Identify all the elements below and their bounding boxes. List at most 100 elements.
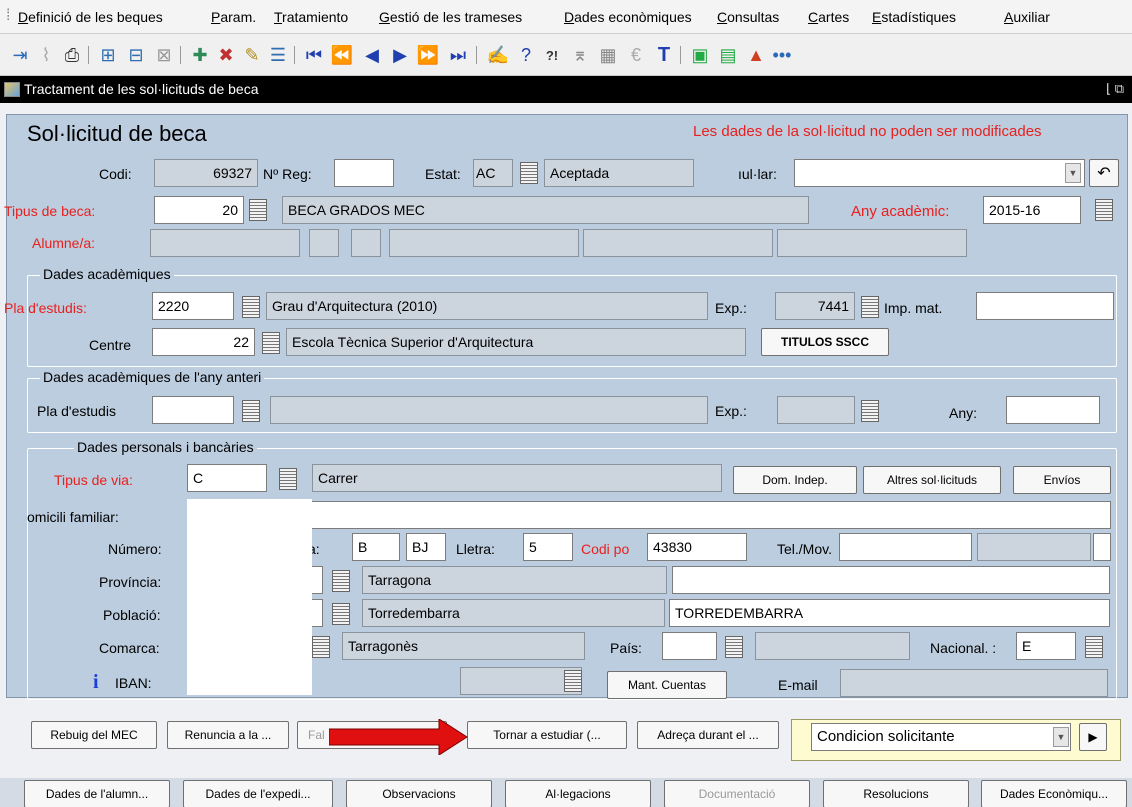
keys-icon[interactable]: ?!	[540, 43, 564, 67]
pais-lov-icon[interactable]	[725, 636, 743, 658]
last-block-icon[interactable]: ⏭	[446, 43, 470, 67]
next-record-icon[interactable]: ▶	[388, 43, 412, 67]
prev-exp-lov-icon[interactable]	[861, 400, 879, 422]
altres-sollicituds-button[interactable]: Altres sol·licituds	[863, 466, 1001, 494]
condicion-dropdown-icon[interactable]: ▼	[1053, 727, 1069, 747]
help-icon[interactable]: ?	[514, 43, 538, 67]
any-academic-field[interactable]: 2015-16	[983, 196, 1081, 224]
menu-item-consultas[interactable]: Consultas	[717, 9, 779, 25]
tab-documentacio[interactable]: Documentació	[664, 780, 810, 807]
tab-dades-economiques[interactable]: Dades Econòmiqu...	[981, 780, 1127, 807]
codi-field[interactable]: 69327	[154, 159, 258, 187]
prev-pla-code-field[interactable]	[152, 396, 234, 424]
tab-dades-alumne[interactable]: Dades de l'alumn...	[24, 780, 170, 807]
exit-icon[interactable]: ⇥	[8, 43, 32, 67]
envios-button[interactable]: Envíos	[1013, 466, 1111, 494]
anul-dropdown-icon[interactable]: ▼	[1065, 163, 1081, 183]
euro-icon[interactable]: €	[624, 43, 648, 67]
menu-item-auxiliar[interactable]: Auxiliar	[1004, 9, 1050, 25]
first-block-icon[interactable]: ⏮	[302, 43, 326, 67]
iban-lov-icon[interactable]	[564, 670, 582, 692]
rebuig-mec-button[interactable]: Rebuig del MEC	[31, 721, 157, 749]
tipus-beca-lov-icon[interactable]	[249, 199, 267, 221]
escala-field[interactable]: B	[352, 533, 400, 561]
alumne-cognom1-field[interactable]	[389, 229, 579, 257]
tipus-beca-code-field[interactable]: 20	[154, 196, 244, 224]
tab-resolucions[interactable]: Resolucions	[823, 780, 969, 807]
titulos-sscc-button[interactable]: TITULOS SSCC	[761, 328, 889, 356]
clear-record-icon[interactable]: ✎	[240, 43, 264, 67]
exp-lov-icon[interactable]	[861, 296, 879, 318]
adreca-durant-button[interactable]: Adreça durant el ...	[637, 721, 779, 749]
edit-icon[interactable]: ✍	[486, 43, 510, 67]
insert-record-icon[interactable]: ✚	[188, 43, 212, 67]
renuncia-button[interactable]: Renuncia a la ...	[167, 721, 289, 749]
email-field[interactable]	[840, 669, 1108, 697]
tab-allegacions[interactable]: Al·legacions	[505, 780, 651, 807]
word-report-icon[interactable]: ▤	[716, 43, 740, 67]
prev-pla-lov-icon[interactable]	[242, 400, 260, 422]
mobil-extra-field[interactable]	[1093, 533, 1111, 561]
menu-item-dades-economiques[interactable]: Dades econòmiques	[564, 9, 692, 25]
pla-estudis-lov-icon[interactable]	[242, 296, 260, 318]
provincia-extra-field[interactable]	[672, 566, 1110, 594]
tornar-estudiar-button[interactable]: Tornar a estudiar (...	[467, 721, 627, 749]
nreg-field[interactable]	[334, 159, 394, 187]
centre-lov-icon[interactable]	[262, 332, 280, 354]
telefon-field[interactable]	[839, 533, 972, 561]
attach-icon[interactable]: ⌇	[34, 43, 58, 67]
delete-record-icon[interactable]: ✖	[214, 43, 238, 67]
prev-any-field[interactable]	[1006, 396, 1100, 424]
previous-record-icon[interactable]: ◀	[360, 43, 384, 67]
filter-icon[interactable]: ⌆	[568, 43, 592, 67]
menu-item-definicio[interactable]: Definició de les beques	[18, 9, 163, 25]
poblacio-lov-icon[interactable]	[332, 603, 350, 625]
nacional-lov-icon[interactable]	[1085, 636, 1103, 658]
tab-observacions[interactable]: Observacions	[346, 780, 492, 807]
provincia-lov-icon[interactable]	[332, 570, 350, 592]
alumne-nom-field[interactable]	[777, 229, 967, 257]
mant-cuentas-button[interactable]: Mant. Cuentas	[607, 671, 727, 699]
undo-button[interactable]: ↶	[1089, 159, 1119, 187]
centre-code-field[interactable]: 22	[152, 328, 255, 356]
exp-field[interactable]: 7441	[775, 292, 855, 320]
mobil-field[interactable]	[977, 533, 1091, 561]
tipus-via-lov-icon[interactable]	[279, 468, 297, 490]
tipus-via-code-field[interactable]: C	[187, 464, 267, 492]
pdf-icon[interactable]: ▲	[744, 43, 768, 67]
imp-mat-field[interactable]	[976, 292, 1114, 320]
print-icon[interactable]: ⎙	[60, 43, 84, 67]
any-academic-lov-icon[interactable]	[1095, 199, 1113, 221]
dom-indep-button[interactable]: Dom. Indep.	[733, 466, 857, 494]
codi-postal-field[interactable]: 43830	[647, 533, 747, 561]
list-icon[interactable]: ☰	[266, 43, 290, 67]
lletra-field[interactable]: 5	[523, 533, 573, 561]
previous-block-icon[interactable]: ⏪	[330, 43, 354, 67]
comarca-lov-icon[interactable]	[312, 636, 330, 658]
alumne-cognom2-field[interactable]	[583, 229, 773, 257]
pis-field[interactable]: BJ	[406, 533, 446, 561]
menu-item-gestio[interactable]: Gestió de les trameses	[379, 9, 522, 25]
estat-code-field[interactable]: AC	[473, 159, 513, 187]
menu-item-tratamiento[interactable]: Tratamiento	[274, 9, 348, 25]
info-icon[interactable]: i	[93, 671, 99, 694]
condicion-go-button[interactable]: ▶	[1079, 723, 1107, 751]
alumne-nif-field[interactable]	[150, 229, 300, 257]
prev-exp-field[interactable]	[777, 396, 855, 424]
pla-estudis-code-field[interactable]: 2220	[152, 292, 234, 320]
estat-lov-icon[interactable]	[520, 162, 538, 184]
tab-dades-expedient[interactable]: Dades de l'expedi...	[183, 780, 333, 807]
nacional-field[interactable]: E	[1016, 632, 1076, 660]
query-enter-icon[interactable]: ⊞	[96, 43, 120, 67]
calendar-icon[interactable]: ▦	[596, 43, 620, 67]
menu-item-param[interactable]: Param.	[211, 9, 256, 25]
alumne-extra-field[interactable]	[309, 229, 339, 257]
next-block-icon[interactable]: ⏩	[416, 43, 440, 67]
anul-select[interactable]	[794, 159, 1085, 187]
menu-item-cartes[interactable]: Cartes	[808, 9, 849, 25]
query-execute-icon[interactable]: ⊟	[124, 43, 148, 67]
domicili-field[interactable]	[187, 501, 1111, 529]
text-tool-icon[interactable]: T	[652, 43, 676, 67]
query-cancel-icon[interactable]: ⊠	[152, 43, 176, 67]
pais-code-field[interactable]	[662, 632, 717, 660]
